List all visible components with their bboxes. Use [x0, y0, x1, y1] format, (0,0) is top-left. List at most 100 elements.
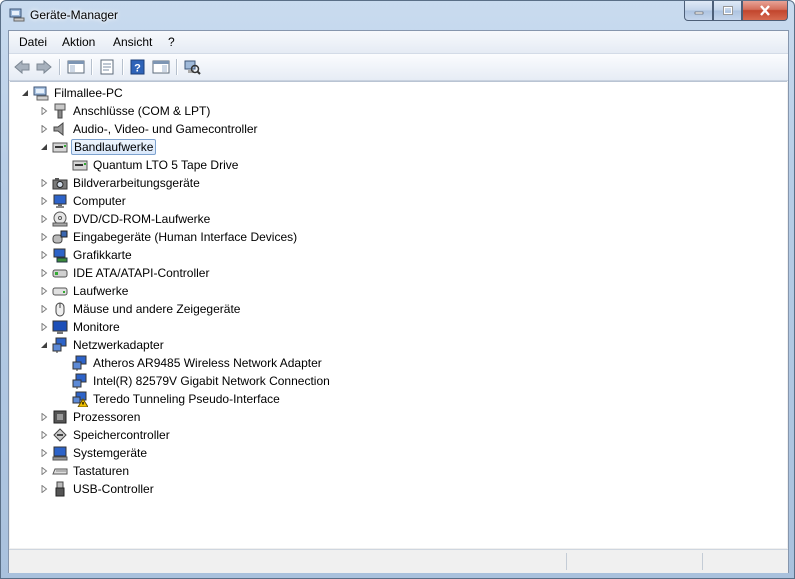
- expand-icon[interactable]: [38, 483, 50, 495]
- tree-item-anschluesse[interactable]: Anschlüsse (COM & LPT): [38, 102, 212, 120]
- expand-icon[interactable]: [38, 285, 50, 297]
- tree-label: Anschlüsse (COM & LPT): [73, 104, 211, 118]
- close-icon: [760, 5, 770, 16]
- tree-label: DVD/CD-ROM-Laufwerke: [73, 212, 211, 226]
- collapse-icon[interactable]: [38, 141, 50, 153]
- show-hide-console-tree-icon: [67, 60, 85, 74]
- svg-text:?: ?: [134, 63, 141, 75]
- tree-item-systemgeraete[interactable]: Systemgeräte: [38, 444, 149, 462]
- tree-label: IDE ATA/ATAPI-Controller: [73, 266, 210, 280]
- expand-icon[interactable]: [38, 213, 50, 225]
- expand-icon[interactable]: [38, 411, 50, 423]
- tree-label: Prozessoren: [73, 410, 141, 424]
- toolbar-separator: [176, 59, 178, 75]
- expand-icon[interactable]: [38, 429, 50, 441]
- toolbar-separator: [122, 59, 124, 75]
- scan-hardware-icon: [184, 60, 201, 75]
- display-adapter-icon: [52, 247, 68, 263]
- menu-aktion[interactable]: Aktion: [62, 35, 95, 49]
- tree-label: Eingabegeräte (Human Interface Devices): [73, 230, 298, 244]
- tree-item-dvd[interactable]: DVD/CD-ROM-Laufwerke: [38, 210, 212, 228]
- tree-item-grafikkarte[interactable]: Grafikkarte: [38, 246, 134, 264]
- status-bar: [9, 549, 788, 573]
- toolbar-separator: [91, 59, 93, 75]
- keyboard-icon: [52, 463, 68, 479]
- expand-icon[interactable]: [38, 177, 50, 189]
- tree-item-eingabegeraete[interactable]: Eingabegeräte (Human Interface Devices): [38, 228, 299, 246]
- hid-icon: [52, 229, 68, 245]
- tree-label: Audio-, Video- und Gamecontroller: [73, 122, 258, 136]
- expand-icon[interactable]: [38, 105, 50, 117]
- caption-buttons: [684, 1, 788, 21]
- tree-label: Teredo Tunneling Pseudo-Interface: [93, 392, 280, 406]
- expand-icon[interactable]: [38, 321, 50, 333]
- tree-device-intel[interactable]: Intel(R) 82579V Gigabit Network Connecti…: [72, 372, 332, 390]
- tree-label: Netzwerkadapter: [73, 338, 164, 352]
- tree-item-tastaturen[interactable]: Tastaturen: [38, 462, 131, 480]
- tree-label: Intel(R) 82579V Gigabit Network Connecti…: [93, 374, 330, 388]
- tree-label: Bildverarbeitungsgeräte: [73, 176, 200, 190]
- expand-icon[interactable]: [38, 303, 50, 315]
- status-pane-divider: [702, 553, 703, 570]
- device-tree[interactable]: Filmallee-PC Anschlüsse (COM & LPT) Audi…: [10, 81, 787, 548]
- tree-item-prozessoren[interactable]: Prozessoren: [38, 408, 142, 426]
- collapse-icon[interactable]: [38, 339, 50, 351]
- console-tree-button[interactable]: [66, 57, 86, 77]
- tree-item-computer[interactable]: Computer: [38, 192, 128, 210]
- menu-datei[interactable]: Datei: [19, 35, 47, 49]
- disk-drive-icon: [52, 283, 68, 299]
- expand-icon[interactable]: [38, 267, 50, 279]
- tree-item-monitore[interactable]: Monitore: [38, 318, 122, 336]
- maximize-button[interactable]: [713, 1, 742, 21]
- tree-item-usb[interactable]: USB-Controller: [38, 480, 156, 498]
- tree-item-audio[interactable]: Audio-, Video- und Gamecontroller: [38, 120, 260, 138]
- tree-label: Systemgeräte: [73, 446, 148, 460]
- action-pane-button[interactable]: [151, 57, 171, 77]
- expand-icon[interactable]: [38, 231, 50, 243]
- device-manager-icon: [9, 8, 25, 22]
- tree-label: Laufwerke: [73, 284, 129, 298]
- window-title: Geräte-Manager: [30, 8, 119, 22]
- menu-help[interactable]: ?: [168, 35, 175, 49]
- tree-item-ide[interactable]: IDE ATA/ATAPI-Controller: [38, 264, 211, 282]
- help-button[interactable]: ?: [128, 57, 148, 77]
- tree-item-bandlaufwerke[interactable]: Bandlaufwerke: [38, 138, 157, 156]
- scan-hardware-button[interactable]: [182, 57, 202, 77]
- maximize-icon: [722, 5, 733, 15]
- expand-icon[interactable]: [38, 447, 50, 459]
- optical-drive-icon: [52, 211, 68, 227]
- usb-icon: [52, 481, 68, 497]
- tree-item-maeuse[interactable]: Mäuse und andere Zeigegeräte: [38, 300, 242, 318]
- tree-label: Quantum LTO 5 Tape Drive: [93, 158, 239, 172]
- collapse-icon[interactable]: [19, 87, 31, 99]
- back-button[interactable]: [12, 57, 32, 77]
- action-pane-icon: [152, 60, 170, 74]
- mouse-icon: [52, 301, 68, 317]
- expand-icon[interactable]: [38, 195, 50, 207]
- tree-item-netzwerkadapter[interactable]: Netzwerkadapter: [38, 336, 166, 354]
- expand-icon[interactable]: [38, 123, 50, 135]
- tree-root[interactable]: Filmallee-PC: [19, 84, 125, 102]
- close-button[interactable]: [742, 1, 788, 21]
- system-device-icon: [52, 445, 68, 461]
- tree-label-selected: Bandlaufwerke: [71, 139, 157, 155]
- properties-button[interactable]: [97, 57, 117, 77]
- minimize-button[interactable]: [684, 1, 713, 21]
- toolbar: ?: [9, 54, 788, 81]
- menu-ansicht[interactable]: Ansicht: [113, 35, 152, 49]
- tree-device-atheros[interactable]: Atheros AR9485 Wireless Network Adapter: [72, 354, 324, 372]
- monitor-icon: [52, 319, 68, 335]
- title-bar[interactable]: Geräte-Manager: [1, 1, 794, 31]
- tree-label: Computer: [73, 194, 126, 208]
- forward-arrow-icon: [36, 59, 52, 75]
- tree-item-laufwerke[interactable]: Laufwerke: [38, 282, 130, 300]
- expand-icon[interactable]: [38, 249, 50, 261]
- speaker-icon: [52, 121, 68, 137]
- forward-button[interactable]: [34, 57, 54, 77]
- tree-device-quantum-lto5[interactable]: Quantum LTO 5 Tape Drive: [72, 156, 240, 174]
- tree-item-speichercontroller[interactable]: Speichercontroller: [38, 426, 172, 444]
- expand-icon[interactable]: [38, 465, 50, 477]
- back-arrow-icon: [14, 59, 30, 75]
- tree-item-bildverarbeitung[interactable]: Bildverarbeitungsgeräte: [38, 174, 202, 192]
- tree-device-teredo[interactable]: Teredo Tunneling Pseudo-Interface: [72, 390, 282, 408]
